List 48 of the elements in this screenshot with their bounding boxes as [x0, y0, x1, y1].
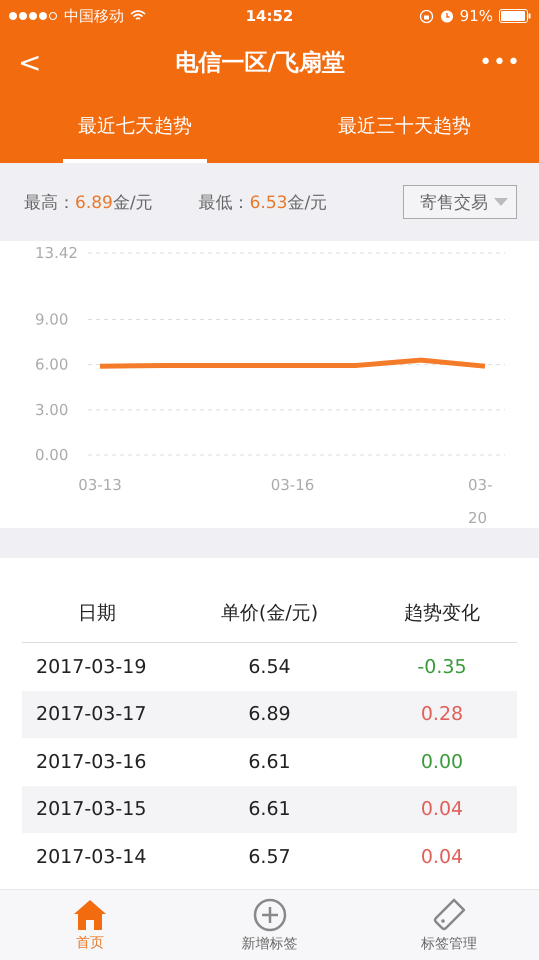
change-cell-text: 0.04	[420, 798, 464, 820]
alarm-icon	[440, 9, 454, 23]
back-button[interactable]: <	[14, 46, 46, 78]
column-header: 趋势变化	[403, 601, 481, 626]
change-cell-text: 0.00	[420, 750, 464, 773]
lowest-price: 最低：6.53金/元	[198, 192, 328, 214]
tag-icon	[432, 898, 466, 932]
trade-type-dropdown[interactable]: 寄售交易	[403, 185, 517, 219]
date-cell-text: 2017-03-17	[35, 703, 148, 726]
price-cell-text: 6.89	[247, 703, 292, 726]
change-cell-text: 0.04	[420, 846, 464, 868]
price-cell-text: 6.54	[247, 656, 292, 678]
home-icon	[72, 898, 107, 930]
column-header: 日期	[77, 601, 117, 626]
y-axis-label: 0.00	[35, 446, 68, 464]
change-cell-text: 0.28	[420, 703, 464, 726]
status-time: 14:52	[246, 7, 294, 25]
date-cell-text: 2017-03-14	[35, 846, 148, 868]
add-tag-tab[interactable]: 新增标签	[180, 890, 360, 960]
signal-icon	[8, 11, 58, 21]
y-axis-label: 13.42	[35, 244, 78, 262]
date-cell-text: 2017-03-19	[35, 656, 148, 678]
battery-percent: 91%	[460, 7, 493, 25]
y-axis-label: 9.00	[35, 310, 68, 329]
date-cell-text: 2017-03-15	[35, 798, 148, 820]
date-cell-text: 2017-03-16	[35, 750, 148, 773]
column-header: 单价(金/元)	[220, 601, 320, 626]
plus-circle-icon	[252, 898, 286, 932]
wifi-icon	[130, 10, 146, 22]
price-cell-text: 6.61	[247, 750, 292, 773]
dropdown-caret-icon	[494, 198, 508, 206]
tab[interactable]: 最近七天趋势	[63, 92, 206, 163]
price-cell-text: 6.61	[247, 798, 292, 820]
x-axis-label: 03-16	[270, 475, 314, 496]
more-button[interactable]: •••	[475, 50, 525, 74]
battery-icon	[499, 9, 531, 23]
page-title: 电信一区/飞扇堂	[176, 48, 345, 78]
tab[interactable]: 最近三十天趋势	[332, 92, 476, 163]
price-cell-text: 6.57	[247, 846, 292, 868]
y-axis-label: 6.00	[35, 356, 68, 374]
home-tab[interactable]: 首页	[0, 890, 180, 960]
tag-manage-tab[interactable]: 标签管理	[359, 890, 539, 960]
y-axis-label: 3.00	[35, 400, 68, 419]
carrier-name: 中国移动	[64, 6, 124, 26]
x-axis-label: 03-20	[468, 475, 494, 529]
x-axis-label: 03-13	[78, 475, 122, 496]
change-cell-text: -0.35	[416, 656, 468, 678]
highest-price: 最高：6.89金/元	[24, 192, 153, 214]
